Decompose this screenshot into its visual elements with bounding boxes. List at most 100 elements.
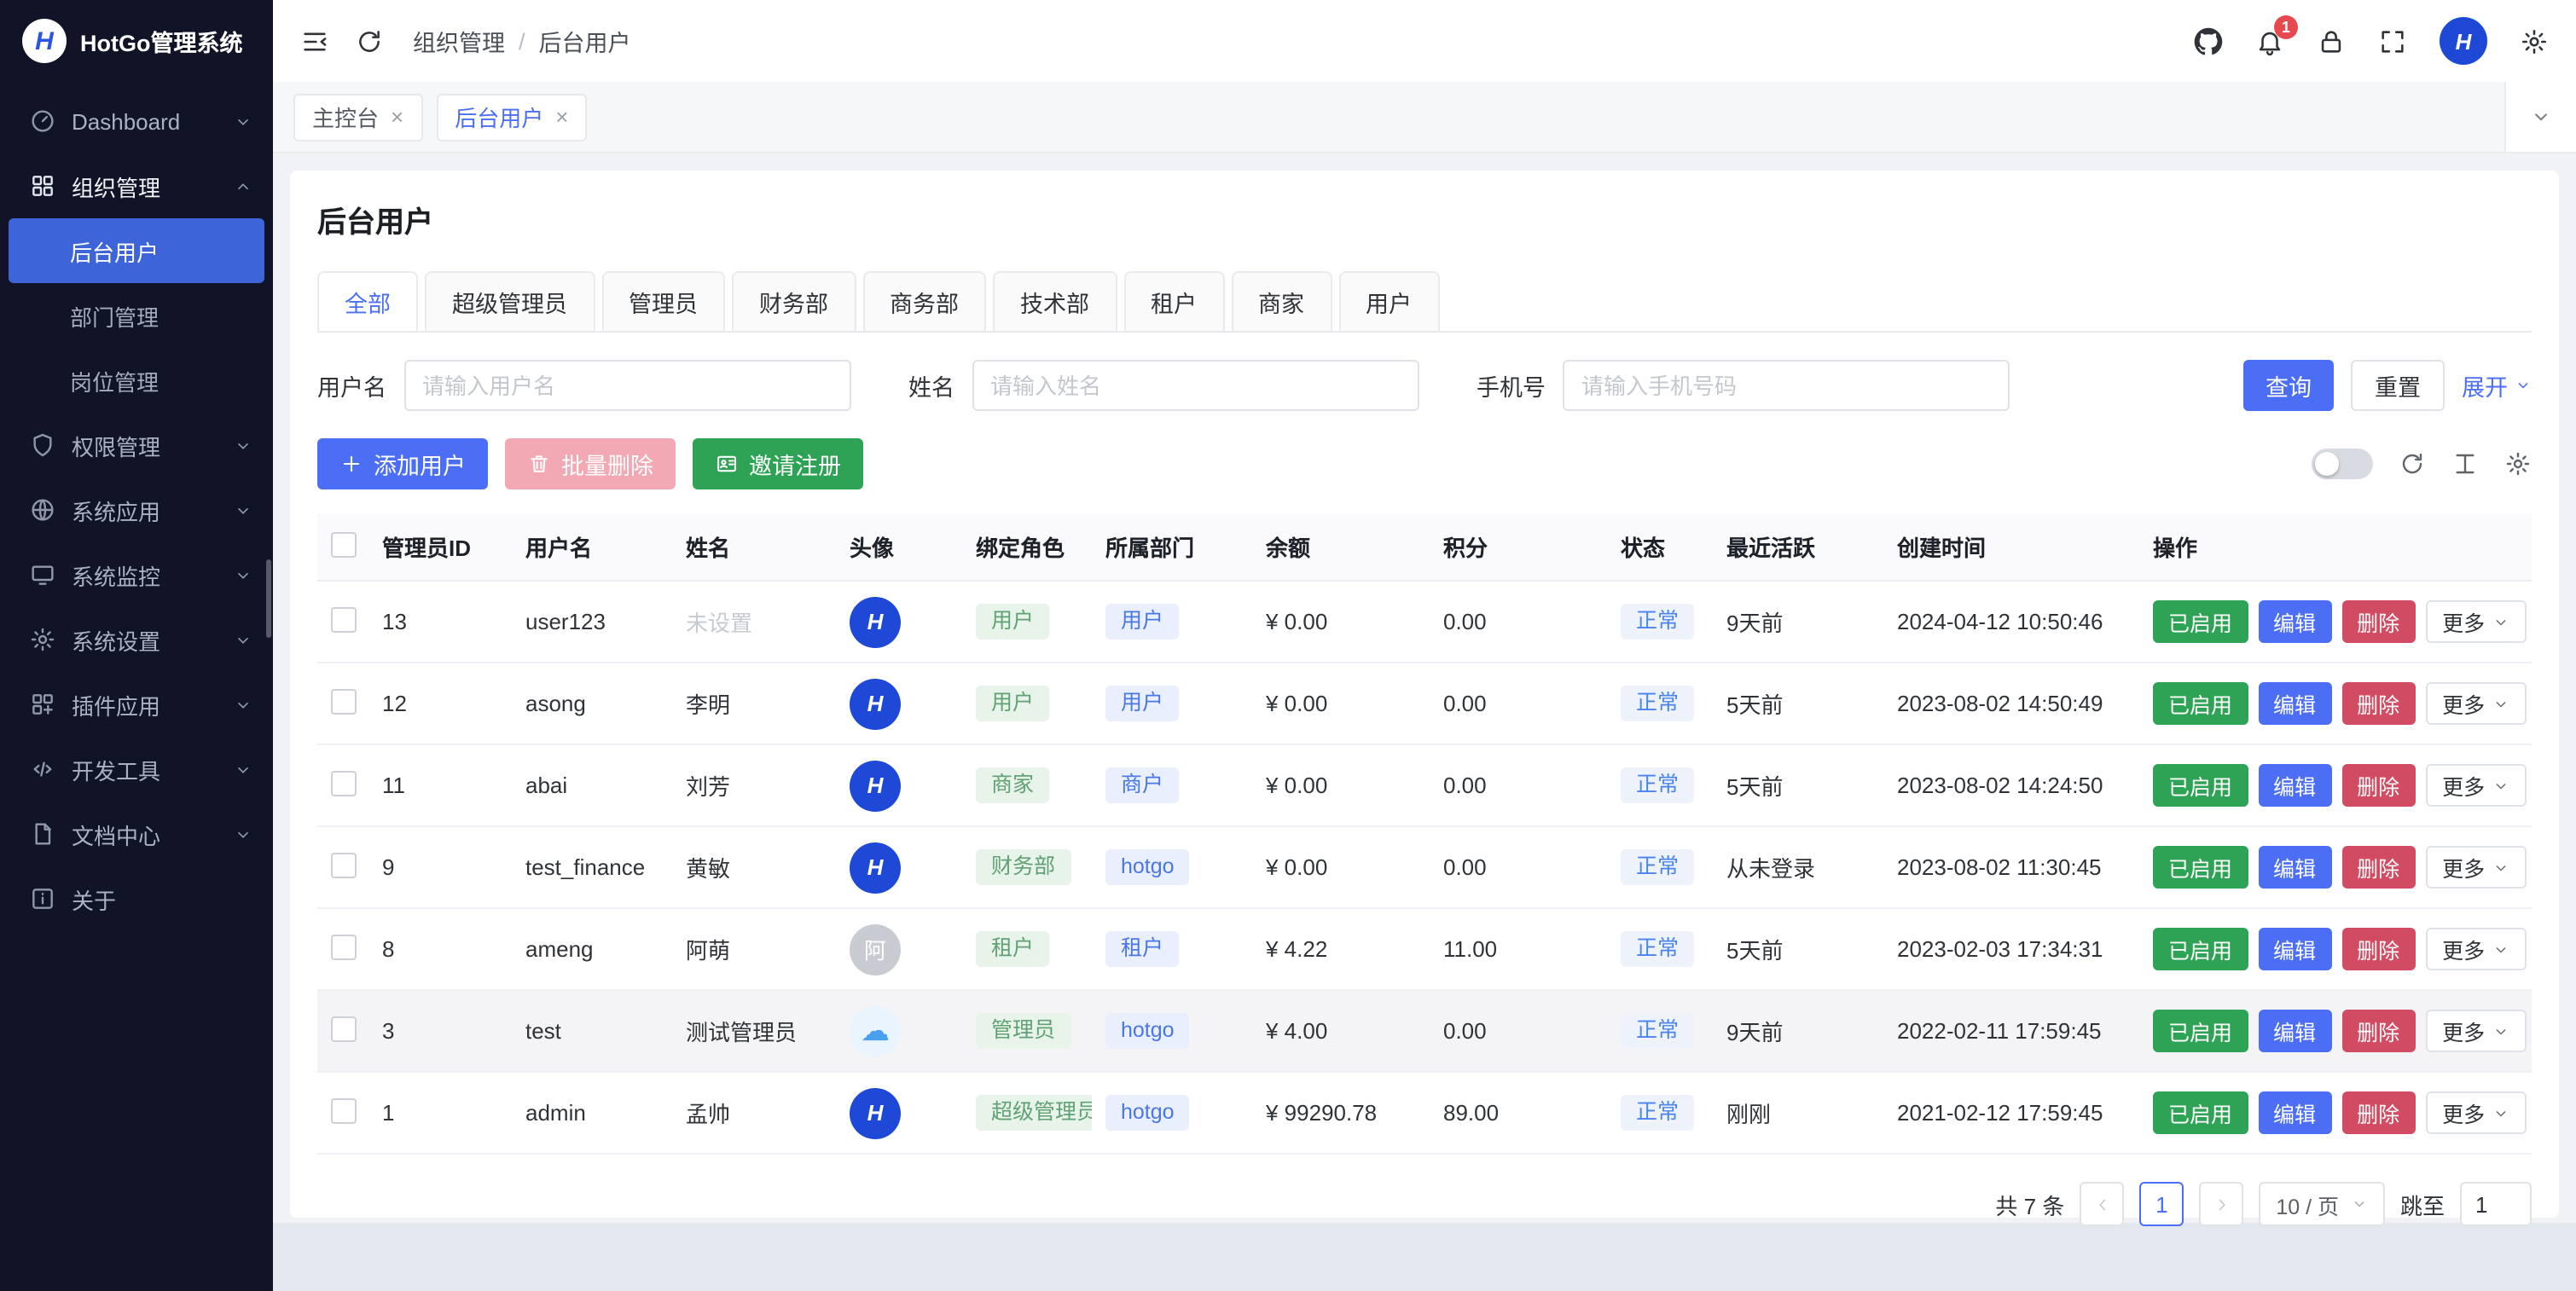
edit-button[interactable]: 编辑 <box>2258 928 2331 970</box>
row-checkbox-cell <box>317 990 368 1072</box>
sidebar-item-2[interactable]: 权限管理 <box>0 413 273 478</box>
close-icon[interactable]: × <box>391 106 403 128</box>
striped-toggle-switch[interactable] <box>2312 449 2373 479</box>
tab-chip-0[interactable]: 主控台× <box>293 93 422 141</box>
phone-input[interactable] <box>1563 360 2010 411</box>
jump-page-input[interactable] <box>2460 1182 2532 1226</box>
sidebar-item-5[interactable]: 系统设置 <box>0 607 273 672</box>
sidebar-subitem-1-0[interactable]: 后台用户 <box>9 218 264 283</box>
sidebar-subitem-1-1[interactable]: 部门管理 <box>9 283 264 348</box>
delete-button[interactable]: 删除 <box>2341 600 2415 643</box>
lock-screen-icon[interactable] <box>2317 26 2346 55</box>
more-button[interactable]: 更多 <box>2425 600 2526 643</box>
row-checkbox[interactable] <box>331 770 357 796</box>
next-page-button[interactable] <box>2199 1182 2243 1226</box>
page-size-select[interactable]: 10 / 页 <box>2259 1182 2385 1226</box>
status-enabled-button[interactable]: 已启用 <box>2153 1010 2248 1052</box>
status-enabled-button[interactable]: 已启用 <box>2153 682 2248 725</box>
delete-button[interactable]: 删除 <box>2341 682 2415 725</box>
tabs-dropdown-button[interactable] <box>2504 82 2576 152</box>
page-number-button[interactable]: 1 <box>2139 1182 2184 1226</box>
filter-tab-8[interactable]: 用户 <box>1338 271 1439 331</box>
sidebar-item-4[interactable]: 系统监控 <box>0 542 273 607</box>
close-icon[interactable]: × <box>555 106 568 128</box>
sidebar-item-3[interactable]: 系统应用 <box>0 478 273 542</box>
delete-button[interactable]: 删除 <box>2341 1010 2415 1052</box>
query-button[interactable]: 查询 <box>2243 360 2334 411</box>
table-row-0: 13user123未设置H用户用户¥ 0.000.00正常9天前2024-04-… <box>317 581 2532 663</box>
status-enabled-button[interactable]: 已启用 <box>2153 764 2248 807</box>
filter-tab-7[interactable]: 商家 <box>1231 271 1332 331</box>
filter-tab-0[interactable]: 全部 <box>317 271 418 331</box>
sidebar-item-0[interactable]: Dashboard <box>0 89 273 153</box>
more-button[interactable]: 更多 <box>2425 764 2526 807</box>
filter-tab-2[interactable]: 管理员 <box>601 271 725 331</box>
edit-button[interactable]: 编辑 <box>2258 600 2331 643</box>
sidebar-menu: Dashboard组织管理后台用户部门管理岗位管理权限管理系统应用系统监控系统设… <box>0 82 273 1291</box>
cell-department: hotgo <box>1092 990 1252 1072</box>
expand-link[interactable]: 展开 <box>2462 368 2532 402</box>
status-enabled-button[interactable]: 已启用 <box>2153 846 2248 889</box>
sidebar-item-1[interactable]: 组织管理 <box>0 153 273 218</box>
name-input[interactable] <box>972 360 1419 411</box>
page-refresh-icon[interactable] <box>355 26 384 55</box>
select-all-checkbox[interactable] <box>331 531 357 557</box>
tab-chip-1[interactable]: 后台用户× <box>436 93 587 141</box>
filter-tab-6[interactable]: 租户 <box>1123 271 1224 331</box>
delete-button[interactable]: 删除 <box>2341 1091 2415 1134</box>
row-checkbox[interactable] <box>331 934 357 959</box>
table-column-settings-icon[interactable] <box>2504 450 2532 478</box>
sidebar-subitem-1-2[interactable]: 岗位管理 <box>9 348 264 413</box>
sidebar-item-8[interactable]: 文档中心 <box>0 802 273 866</box>
more-button[interactable]: 更多 <box>2425 1091 2526 1134</box>
sidebar-item-7[interactable]: 开发工具 <box>0 737 273 802</box>
sidebar-item-9[interactable]: 关于 <box>0 866 273 931</box>
prev-page-button[interactable] <box>2080 1182 2124 1226</box>
reset-button[interactable]: 重置 <box>2351 360 2445 411</box>
sidebar-item-6[interactable]: 插件应用 <box>0 672 273 737</box>
row-checkbox[interactable] <box>331 688 357 714</box>
fullscreen-icon[interactable] <box>2378 26 2407 55</box>
invite-register-button[interactable]: 邀请注册 <box>693 438 863 489</box>
breadcrumb-item-parent[interactable]: 组织管理 <box>413 24 505 58</box>
notifications-button[interactable]: 1 <box>2255 26 2284 55</box>
edit-button[interactable]: 编辑 <box>2258 764 2331 807</box>
row-checkbox[interactable] <box>331 852 357 877</box>
user-avatar-button[interactable]: H <box>2440 17 2487 65</box>
filter-tab-3[interactable]: 财务部 <box>732 271 856 331</box>
row-checkbox[interactable] <box>331 606 357 632</box>
header: 组织管理 / 后台用户 1 H <box>273 0 2576 82</box>
delete-button[interactable]: 删除 <box>2341 928 2415 970</box>
chevron-down-icon <box>234 436 252 454</box>
filter-tab-4[interactable]: 商务部 <box>862 271 986 331</box>
settings-gear-icon[interactable] <box>2520 26 2549 55</box>
row-checkbox[interactable] <box>331 1097 357 1123</box>
status-enabled-button[interactable]: 已启用 <box>2153 1091 2248 1134</box>
table-density-icon[interactable] <box>2451 450 2479 478</box>
edit-button[interactable]: 编辑 <box>2258 1010 2331 1052</box>
more-button[interactable]: 更多 <box>2425 682 2526 725</box>
sidebar-scrollbar[interactable] <box>266 559 271 638</box>
delete-button[interactable]: 删除 <box>2341 846 2415 889</box>
filter-tab-5[interactable]: 技术部 <box>993 271 1117 331</box>
edit-button[interactable]: 编辑 <box>2258 682 2331 725</box>
status-enabled-button[interactable]: 已启用 <box>2153 600 2248 643</box>
edit-button[interactable]: 编辑 <box>2258 1091 2331 1134</box>
row-checkbox-cell <box>317 663 368 744</box>
sidebar-collapse-icon[interactable] <box>300 26 329 55</box>
more-button[interactable]: 更多 <box>2425 1010 2526 1052</box>
username-input[interactable] <box>403 360 850 411</box>
batch-delete-button[interactable]: 批量删除 <box>505 438 676 489</box>
more-button[interactable]: 更多 <box>2425 846 2526 889</box>
row-checkbox[interactable] <box>331 1016 357 1041</box>
table-refresh-icon[interactable] <box>2399 450 2426 478</box>
cell-balance: ¥ 99290.78 <box>1252 1072 1430 1154</box>
app-logo[interactable]: H HotGo管理系统 <box>0 0 273 82</box>
delete-button[interactable]: 删除 <box>2341 764 2415 807</box>
status-enabled-button[interactable]: 已启用 <box>2153 928 2248 970</box>
add-user-button[interactable]: 添加用户 <box>317 438 488 489</box>
more-button[interactable]: 更多 <box>2425 928 2526 970</box>
edit-button[interactable]: 编辑 <box>2258 846 2331 889</box>
github-icon[interactable] <box>2194 26 2223 55</box>
filter-tab-1[interactable]: 超级管理员 <box>425 271 595 331</box>
